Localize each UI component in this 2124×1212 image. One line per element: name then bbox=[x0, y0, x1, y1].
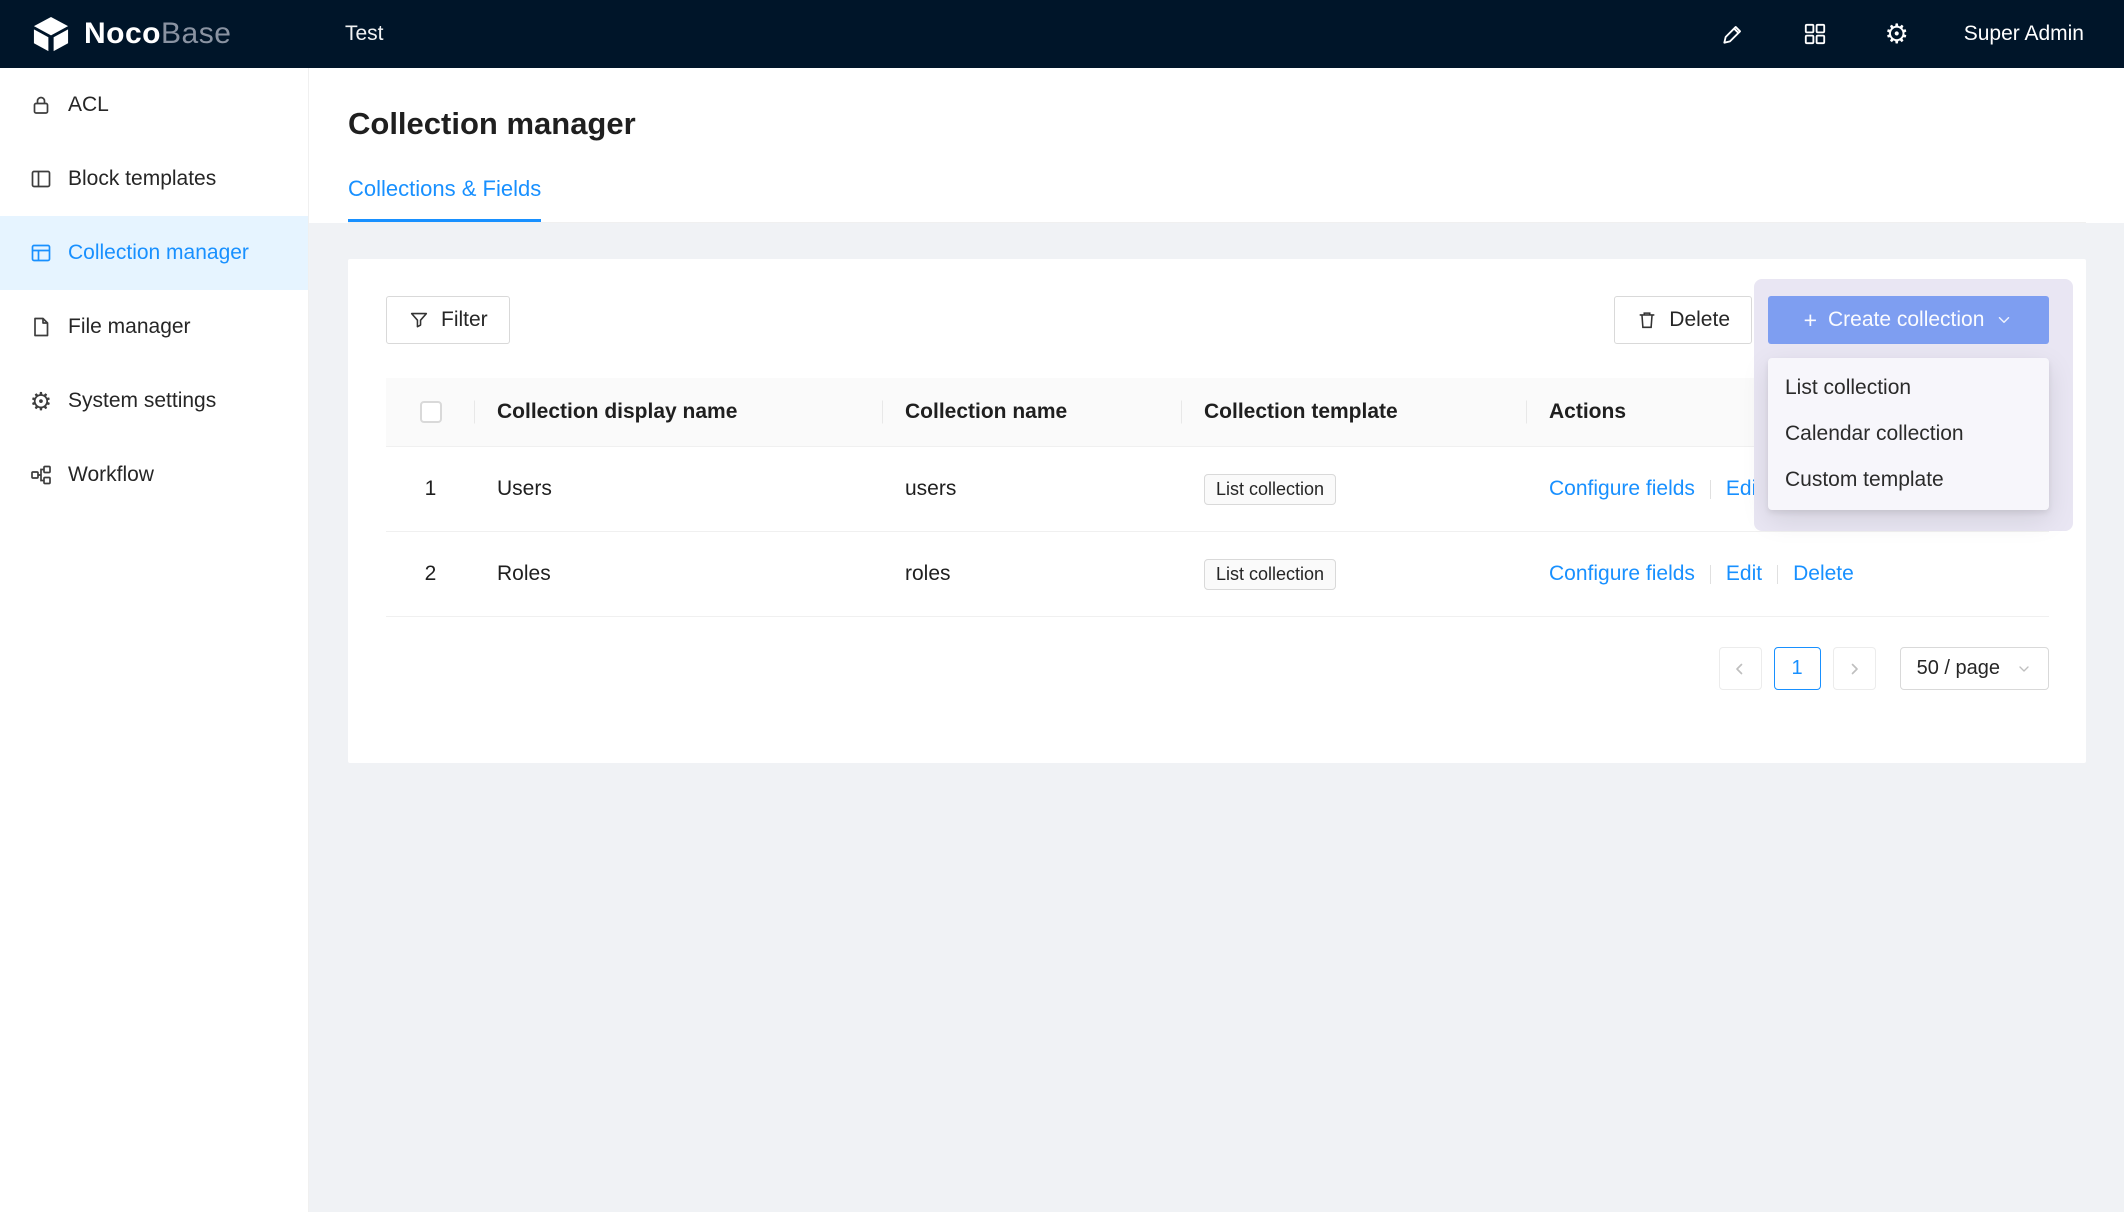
settings-gear-icon[interactable]: ⚙ bbox=[1882, 19, 1912, 49]
chevron-down-icon bbox=[2016, 661, 2032, 677]
menu-item-list-collection[interactable]: List collection bbox=[1768, 365, 2049, 411]
cell-display-name: Roles bbox=[475, 562, 883, 586]
sidebar-item-label: Collection manager bbox=[68, 241, 249, 265]
chevron-left-icon bbox=[1731, 660, 1749, 678]
cell-collection-name: users bbox=[883, 477, 1182, 501]
topbar-right: ⚙ Super Admin bbox=[1718, 19, 2124, 49]
action-divider bbox=[1710, 565, 1711, 584]
page-number-button[interactable]: 1 bbox=[1774, 647, 1821, 690]
delete-button[interactable]: Delete bbox=[1614, 296, 1752, 344]
sidebar-item-label: Workflow bbox=[68, 463, 154, 487]
action-divider bbox=[1777, 565, 1778, 584]
plugins-apps-icon[interactable] bbox=[1800, 19, 1830, 49]
tab-collections-and-fields[interactable]: Collections & Fields bbox=[348, 176, 541, 222]
sidebar-item-label: System settings bbox=[68, 389, 216, 413]
filter-button[interactable]: Filter bbox=[386, 296, 510, 344]
sidebar: ACL Block templates Collection manager bbox=[0, 68, 309, 1212]
create-collection-menu: List collection Calendar collection Cust… bbox=[1768, 358, 2049, 510]
workflow-icon bbox=[28, 462, 54, 488]
table-icon bbox=[28, 240, 54, 266]
table-row: 2 Roles roles List collection Configure … bbox=[386, 532, 2049, 617]
delete-link[interactable]: Delete bbox=[1793, 562, 1854, 586]
current-user[interactable]: Super Admin bbox=[1964, 22, 2084, 46]
page-size-select[interactable]: 50 / page bbox=[1900, 647, 2049, 690]
content: Filter Delete bbox=[309, 223, 2124, 763]
brand-text: NocoBase bbox=[84, 17, 231, 51]
nocobase-logo-icon bbox=[30, 13, 72, 55]
create-collection-label: Create collection bbox=[1828, 308, 1984, 332]
menu-item-custom-template[interactable]: Custom template bbox=[1768, 457, 2049, 503]
sidebar-item-collection-manager[interactable]: Collection manager bbox=[0, 216, 308, 290]
sidebar-item-system-settings[interactable]: ⚙ System settings bbox=[0, 364, 308, 438]
header-collection-name: Collection name bbox=[883, 400, 1182, 424]
sidebar-item-label: File manager bbox=[68, 315, 191, 339]
card-toolbar: Filter Delete bbox=[386, 296, 2049, 344]
topbar: NocoBase Test ⚙ Super Admin bbox=[0, 0, 2124, 68]
plus-icon: + bbox=[1804, 309, 1817, 332]
brand-part1: Noco bbox=[84, 17, 161, 50]
delete-button-label: Delete bbox=[1669, 308, 1730, 332]
chevron-right-icon bbox=[1845, 660, 1863, 678]
sidebar-item-label: ACL bbox=[68, 93, 109, 117]
template-tag: List collection bbox=[1204, 559, 1336, 590]
sidebar-item-file-manager[interactable]: File manager bbox=[0, 290, 308, 364]
pagination: 1 50 / page bbox=[386, 647, 2049, 690]
page-title: Collection manager bbox=[348, 104, 2086, 144]
page-size-value: 50 / page bbox=[1917, 657, 2000, 680]
sidebar-item-block-templates[interactable]: Block templates bbox=[0, 142, 308, 216]
tabs: Collections & Fields bbox=[348, 176, 2086, 223]
filter-button-label: Filter bbox=[441, 308, 488, 332]
page-header: Collection manager Collections & Fields bbox=[309, 68, 2124, 223]
edit-link[interactable]: Edit bbox=[1726, 562, 1762, 586]
app-body: ACL Block templates Collection manager bbox=[0, 68, 2124, 1212]
trash-icon bbox=[1636, 309, 1658, 331]
sidebar-item-label: Block templates bbox=[68, 167, 216, 191]
header-display-name: Collection display name bbox=[475, 400, 883, 424]
row-index: 1 bbox=[386, 477, 475, 501]
action-divider bbox=[1710, 480, 1711, 499]
sidebar-item-workflow[interactable]: Workflow bbox=[0, 438, 308, 512]
header-select-cell bbox=[386, 400, 475, 424]
menu-item-calendar-collection[interactable]: Calendar collection bbox=[1768, 411, 2049, 457]
create-collection-wrap: + Create collection List collection bbox=[1768, 296, 2049, 344]
cell-display-name: Users bbox=[475, 477, 883, 501]
template-tag: List collection bbox=[1204, 474, 1336, 505]
layout-icon bbox=[28, 166, 54, 192]
cell-actions: Configure fields Edit Delete bbox=[1527, 562, 2049, 586]
configure-fields-link[interactable]: Configure fields bbox=[1549, 562, 1695, 586]
create-collection-button[interactable]: + Create collection bbox=[1768, 296, 2049, 344]
gear-icon: ⚙ bbox=[28, 388, 54, 414]
cell-collection-template: List collection bbox=[1182, 474, 1527, 505]
topnav-item-test[interactable]: Test bbox=[345, 22, 384, 46]
sidebar-item-acl[interactable]: ACL bbox=[0, 68, 308, 142]
configure-fields-link[interactable]: Configure fields bbox=[1549, 477, 1695, 501]
brand[interactable]: NocoBase bbox=[0, 13, 309, 55]
select-all-checkbox[interactable] bbox=[420, 401, 442, 423]
filter-icon bbox=[408, 309, 430, 331]
header-collection-template: Collection template bbox=[1182, 400, 1527, 424]
chevron-down-icon bbox=[1995, 311, 2013, 329]
prev-page-button[interactable] bbox=[1719, 647, 1762, 690]
next-page-button[interactable] bbox=[1833, 647, 1876, 690]
ui-editor-highlighter-icon[interactable] bbox=[1718, 19, 1748, 49]
file-icon bbox=[28, 314, 54, 340]
brand-part2: Base bbox=[161, 17, 231, 50]
toolbar-right: Delete + Create collection bbox=[1614, 296, 2049, 344]
collections-card: Filter Delete bbox=[348, 259, 2086, 763]
main-area: Collection manager Collections & Fields … bbox=[309, 68, 2124, 1212]
lock-icon bbox=[28, 92, 54, 118]
cell-collection-template: List collection bbox=[1182, 559, 1527, 590]
cell-collection-name: roles bbox=[883, 562, 1182, 586]
row-index: 2 bbox=[386, 562, 475, 586]
